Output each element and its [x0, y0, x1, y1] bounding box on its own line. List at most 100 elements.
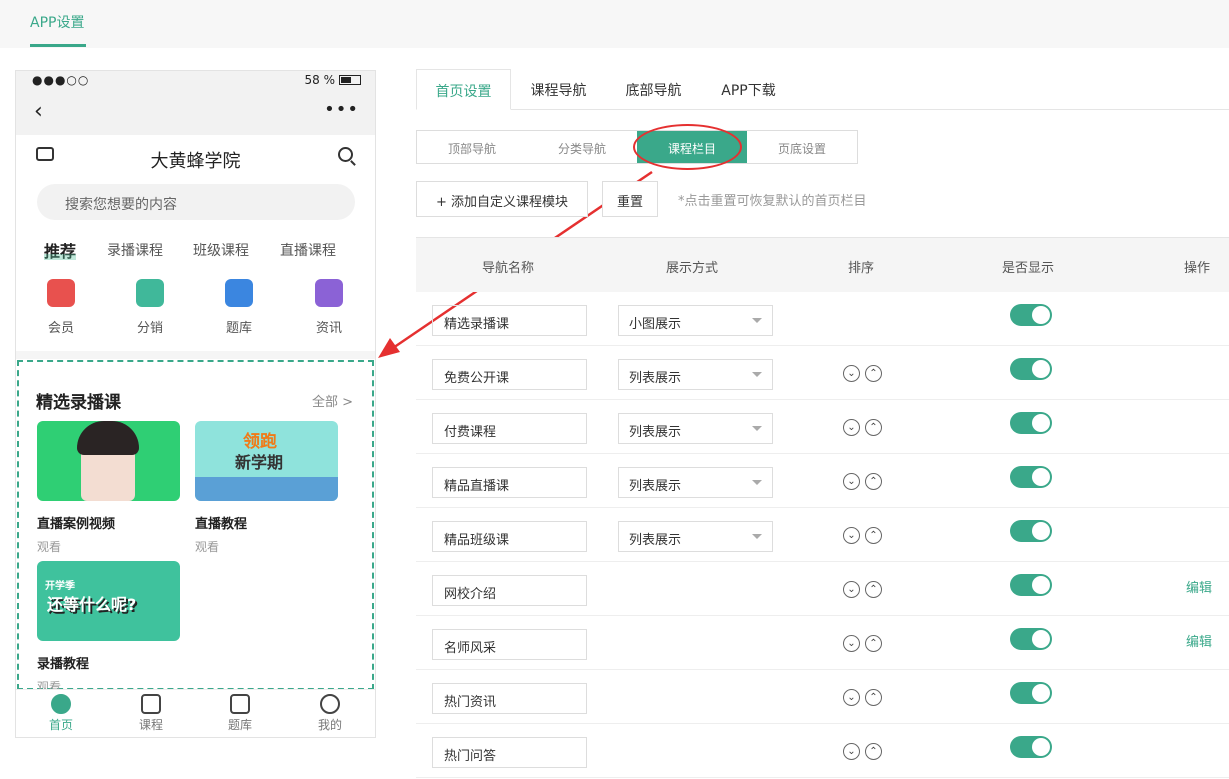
display-mode-select[interactable]: 列表展示 — [618, 413, 773, 444]
phone-category-tabs: 推荐 录播课程 班级课程 直播课程 — [16, 238, 375, 262]
move-up-icon[interactable]: ⌃ — [865, 635, 882, 652]
category-recorded[interactable]: 录播课程 — [107, 240, 163, 260]
move-up-icon[interactable]: ⌃ — [865, 365, 882, 382]
sort-controls: ⌄ ⌃ — [843, 419, 883, 439]
subtab-top-nav[interactable]: 顶部导航 — [417, 131, 527, 163]
nav-name-input[interactable]: 精品班级课 — [432, 521, 587, 552]
quick-news[interactable]: 资讯 — [294, 279, 364, 336]
move-down-icon[interactable]: ⌄ — [843, 419, 860, 436]
tab-bottom-nav[interactable]: 底部导航 — [606, 69, 701, 110]
move-up-icon[interactable]: ⌃ — [865, 527, 882, 544]
edit-link[interactable]: 编辑 — [1186, 577, 1212, 596]
signal-icon: ●●●○○ — [32, 73, 90, 87]
visibility-toggle[interactable] — [1010, 466, 1052, 488]
phone-navbar: ‹ ••• — [16, 91, 375, 135]
nav-name-input[interactable]: 免费公开课 — [432, 359, 587, 390]
home-icon — [51, 694, 71, 714]
sort-controls: ⌄ ⌃ — [843, 689, 883, 709]
nav-name-input[interactable]: 付费课程 — [432, 413, 587, 444]
tab-app-download[interactable]: APP下载 — [701, 69, 796, 110]
move-down-icon[interactable]: ⌄ — [843, 689, 860, 706]
course-card[interactable]: 领跑 新学期 直播教程 观看 — [195, 421, 338, 555]
move-down-icon[interactable]: ⌄ — [843, 473, 860, 490]
subtab-category-nav[interactable]: 分类导航 — [527, 131, 637, 163]
nav-name-input[interactable]: 热门问答 — [432, 737, 587, 768]
caret-down-icon — [752, 426, 762, 431]
phone-quick-entries: 会员 分销 题库 资讯 — [16, 279, 375, 349]
move-down-icon[interactable]: ⌄ — [843, 635, 860, 652]
nav-name-input[interactable]: 热门资讯 — [432, 683, 587, 714]
add-custom-module-button[interactable]: + 添加自定义课程模块 — [416, 181, 588, 217]
quick-member[interactable]: 会员 — [26, 279, 96, 336]
nav-name-input[interactable]: 名师风采 — [432, 629, 587, 660]
tab-mine[interactable]: 我的 — [300, 694, 360, 733]
table-header: 导航名称 展示方式 排序 是否显示 操作 — [416, 237, 1229, 292]
display-mode-value: 列表展示 — [629, 533, 682, 548]
caret-down-icon — [752, 534, 762, 539]
search-icon[interactable] — [338, 147, 353, 162]
nav-name-input[interactable]: 精品直播课 — [432, 467, 587, 498]
table-row: 名师风采 ⌄ ⌃ 编辑 — [416, 616, 1229, 670]
move-down-icon[interactable]: ⌄ — [843, 743, 860, 760]
course-name: 直播教程 — [195, 517, 248, 532]
display-mode-select[interactable]: 列表展示 — [618, 359, 773, 390]
move-up-icon[interactable]: ⌃ — [865, 581, 882, 598]
visibility-toggle[interactable] — [1010, 574, 1052, 596]
course-card[interactable]: 开学季 还等什么呢? 录播教程 观看 — [37, 561, 180, 695]
tab-course[interactable]: 课程 — [121, 694, 181, 733]
header-visible: 是否显示 — [1002, 261, 1055, 276]
category-recommend[interactable]: 推荐 — [44, 238, 77, 262]
display-mode-select[interactable]: 列表展示 — [618, 521, 773, 552]
visibility-toggle[interactable] — [1010, 412, 1052, 434]
visibility-toggle[interactable] — [1010, 736, 1052, 758]
visibility-toggle[interactable] — [1010, 304, 1052, 326]
banner-line2: 新学期 — [235, 453, 284, 472]
visibility-toggle[interactable] — [1010, 520, 1052, 542]
quick-distribution[interactable]: 分销 — [115, 279, 185, 336]
nav-name-input[interactable]: 网校介绍 — [432, 575, 587, 606]
course-card[interactable]: 直播案例视频 观看 — [37, 421, 180, 555]
visibility-toggle[interactable] — [1010, 628, 1052, 650]
move-up-icon[interactable]: ⌃ — [865, 419, 882, 436]
subtab-footer-settings[interactable]: 页底设置 — [747, 131, 857, 163]
course-name: 直播案例视频 — [37, 517, 116, 532]
phone-search-input[interactable]: 搜索您想要的内容 — [37, 184, 355, 220]
move-down-icon[interactable]: ⌄ — [843, 527, 860, 544]
tab-course-nav[interactable]: 课程导航 — [511, 69, 606, 110]
visibility-toggle[interactable] — [1010, 358, 1052, 380]
quick-question-bank[interactable]: 题库 — [204, 279, 274, 336]
main-tabs: 首页设置 课程导航 底部导航 APP下载 — [416, 69, 1229, 110]
battery-icon — [339, 75, 361, 85]
visibility-toggle[interactable] — [1010, 682, 1052, 704]
back-icon[interactable]: ‹ — [34, 99, 43, 124]
display-mode-value: 列表展示 — [629, 371, 682, 386]
sort-controls: ⌄ ⌃ — [843, 581, 883, 601]
display-mode-value: 列表展示 — [629, 479, 682, 494]
display-mode-select[interactable]: 小图展示 — [618, 305, 773, 336]
tab-mine-label: 我的 — [317, 718, 342, 732]
tab-home[interactable]: 首页 — [31, 694, 91, 733]
course-icon — [141, 694, 161, 714]
course-thumbnail: 开学季 还等什么呢? — [37, 561, 180, 641]
nav-name-input[interactable]: 精选录播课 — [432, 305, 587, 336]
category-live[interactable]: 直播课程 — [280, 240, 336, 260]
display-mode-select[interactable]: 列表展示 — [618, 467, 773, 498]
clipboard-icon — [230, 694, 250, 714]
move-down-icon[interactable]: ⌄ — [843, 581, 860, 598]
course-name: 录播教程 — [37, 657, 90, 672]
reset-button[interactable]: 重置 — [602, 181, 658, 217]
category-class[interactable]: 班级课程 — [193, 240, 249, 260]
edit-link[interactable]: 编辑 — [1186, 631, 1212, 650]
app-settings-tab[interactable]: APP设置 — [30, 12, 84, 32]
move-up-icon[interactable]: ⌃ — [865, 473, 882, 490]
section-all-link[interactable]: 全部 > — [312, 391, 353, 410]
move-up-icon[interactable]: ⌃ — [865, 743, 882, 760]
presenter-hair — [77, 421, 139, 455]
tab-home-settings[interactable]: 首页设置 — [416, 69, 511, 110]
move-down-icon[interactable]: ⌄ — [843, 365, 860, 382]
move-up-icon[interactable]: ⌃ — [865, 689, 882, 706]
banner-mountains — [195, 477, 338, 501]
more-icon[interactable]: ••• — [324, 99, 359, 120]
tab-question-bank[interactable]: 题库 — [210, 694, 270, 733]
sort-controls: ⌄ ⌃ — [843, 365, 883, 385]
